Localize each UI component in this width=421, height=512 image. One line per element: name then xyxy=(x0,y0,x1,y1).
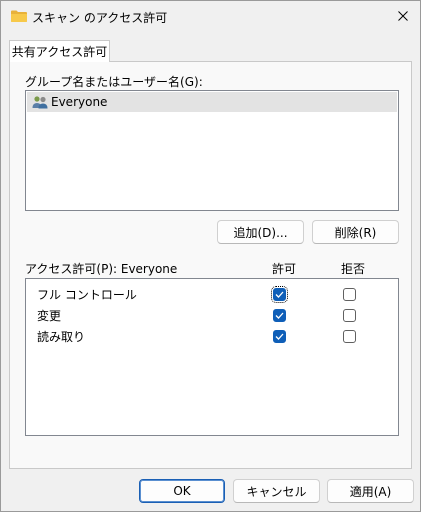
title-bar: スキャン のアクセス許可 xyxy=(1,1,420,31)
window-title: スキャン のアクセス許可 xyxy=(32,11,168,25)
groups-label: グループ名またはユーザー名(G): xyxy=(25,75,203,89)
permissions-label: アクセス許可(P): Everyone xyxy=(25,262,178,276)
allow-checkbox-change[interactable] xyxy=(273,309,286,322)
checkmark-icon xyxy=(275,291,284,298)
permission-row-read: 読み取り xyxy=(27,325,397,346)
allow-checkbox-read[interactable] xyxy=(273,330,286,343)
remove-button[interactable]: 削除(R) xyxy=(312,220,399,244)
list-item-label: Everyone xyxy=(51,95,108,109)
checkmark-icon xyxy=(275,333,284,340)
folder-icon xyxy=(11,10,27,22)
add-button[interactable]: 追加(D)... xyxy=(217,220,304,244)
users-icon xyxy=(32,96,48,109)
permission-name: フル コントロール xyxy=(37,288,137,302)
deny-column-header: 拒否 xyxy=(341,262,366,276)
list-item-everyone[interactable]: Everyone xyxy=(27,92,397,112)
ok-button[interactable]: OK xyxy=(139,479,225,503)
tab-panel: グループ名またはユーザー名(G): Everyone 追加(D)... 削除(R… xyxy=(9,61,412,469)
permission-name: 読み取り xyxy=(37,330,86,344)
permission-name: 変更 xyxy=(37,309,62,323)
deny-checkbox-read[interactable] xyxy=(343,330,356,343)
tab-share-permissions[interactable]: 共有アクセス許可 xyxy=(9,40,110,62)
allow-checkbox-full-control[interactable] xyxy=(271,286,288,303)
permission-row-full-control: フル コントロール xyxy=(27,283,397,304)
permission-row-change: 変更 xyxy=(27,304,397,325)
deny-checkbox-change[interactable] xyxy=(343,309,356,322)
checkmark-icon xyxy=(275,312,284,319)
close-button[interactable] xyxy=(386,1,420,31)
cancel-button[interactable]: キャンセル xyxy=(233,479,320,503)
allow-column-header: 許可 xyxy=(272,262,297,276)
tab-label: 共有アクセス許可 xyxy=(11,45,108,59)
close-icon xyxy=(398,11,408,21)
apply-button[interactable]: 適用(A) xyxy=(327,479,414,503)
permissions-list: フル コントロール 変更 読み取り xyxy=(25,278,399,436)
deny-checkbox-full-control[interactable] xyxy=(343,288,356,301)
permissions-dialog: スキャン のアクセス許可 共有アクセス許可 グループ名またはユーザー名(G): … xyxy=(0,0,421,512)
groups-listbox[interactable]: Everyone xyxy=(25,90,399,211)
